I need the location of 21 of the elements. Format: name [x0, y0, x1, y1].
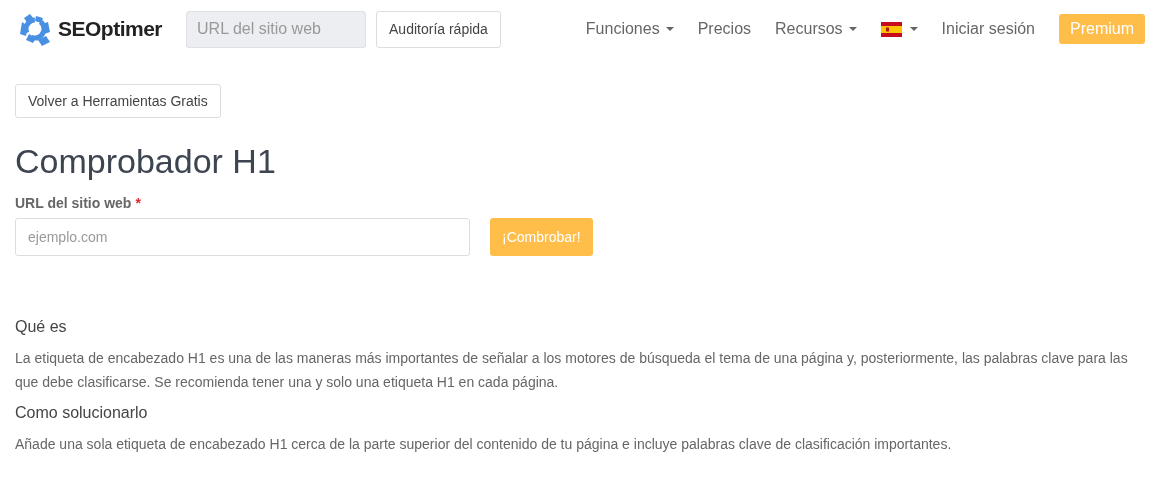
url-input-field[interactable]: ejemplo.com	[15, 218, 470, 256]
field-label: URL del sitio web	[15, 195, 132, 211]
required-mark: *	[135, 195, 141, 211]
nav-link[interactable]: Recursos	[775, 20, 857, 38]
language-selector[interactable]	[880, 21, 918, 37]
login-link[interactable]: Iniciar sesión	[941, 20, 1035, 38]
back-button[interactable]: Volver a Herramientas Gratis	[15, 84, 221, 118]
section-heading: Como solucionarlo	[15, 404, 149, 422]
url-search-field[interactable]: URL del sitio web	[186, 10, 367, 48]
section-heading: Qué es	[15, 318, 68, 336]
logo-text[interactable]: SEOptimer	[58, 17, 163, 41]
caret-icon	[848, 27, 857, 31]
section-paragraph: La etiqueta de encabezado H1 es una de las maneras más importantes de señalar a los motores de búsqueda el tema de una página y, posteriormente, las palabras clave para las que debe clasificarse. Se recomienda tener una y solo una etiqueta H1 en cada página.	[15, 349, 1129, 392]
nav-link[interactable]: Funciones	[585, 20, 674, 38]
caret-icon	[665, 27, 674, 31]
nav-link[interactable]: Precios	[697, 20, 752, 38]
quick-audit-button[interactable]: Auditoría rápida	[376, 10, 501, 48]
flag-icon	[880, 21, 902, 37]
caret-icon	[909, 27, 918, 31]
page-title: Comprobador H1	[15, 142, 277, 181]
section-paragraph: Añade una sola etiqueta de encabezado H1 cerca de la parte superior del contenido de tu página e incluye palabras clave de clasificación importantes.	[15, 435, 953, 454]
